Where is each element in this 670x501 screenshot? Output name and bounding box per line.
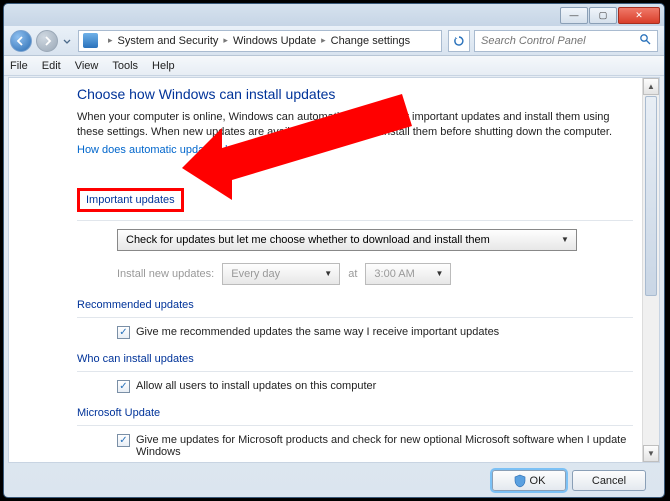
forward-button[interactable] <box>36 30 58 52</box>
crumb-change-settings[interactable]: Change settings <box>331 35 411 47</box>
refresh-button[interactable] <box>448 30 470 52</box>
section-microsoft-update: Microsoft Update <box>77 407 633 419</box>
cancel-button[interactable]: Cancel <box>572 470 646 491</box>
at-label: at <box>348 268 357 280</box>
section-recommended-updates: Recommended updates <box>77 299 633 311</box>
update-policy-dropdown[interactable]: Check for updates but let me choose whet… <box>117 229 577 251</box>
crumb-system-security[interactable]: System and Security <box>118 35 219 47</box>
schedule-row: Install new updates: Every day ▼ at 3:00… <box>117 263 633 285</box>
update-policy-value: Check for updates but let me choose whet… <box>126 234 490 246</box>
dialog-buttons: OK Cancel <box>486 470 646 491</box>
search-box[interactable] <box>474 30 658 52</box>
breadcrumb[interactable]: ▸ System and Security ▸ Windows Update ▸… <box>78 30 442 52</box>
search-icon[interactable] <box>639 33 657 48</box>
titlebar: — ▢ ✕ <box>4 4 664 26</box>
schedule-label: Install new updates: <box>117 268 214 280</box>
menu-edit[interactable]: Edit <box>42 60 61 72</box>
scroll-thumb[interactable] <box>645 96 657 296</box>
ok-button[interactable]: OK <box>492 470 566 491</box>
shield-icon <box>513 474 527 488</box>
chevron-down-icon: ▼ <box>558 233 572 247</box>
content-area: Choose how Windows can install updates W… <box>8 77 660 463</box>
menu-view[interactable]: View <box>75 60 99 72</box>
history-dropdown-icon[interactable] <box>62 30 72 52</box>
back-button[interactable] <box>10 30 32 52</box>
chevron-down-icon: ▼ <box>321 267 335 281</box>
recommended-checkbox[interactable]: ✓ <box>117 326 130 339</box>
schedule-frequency-dropdown[interactable]: Every day ▼ <box>222 263 340 285</box>
section-important-updates: Important updates <box>77 188 184 212</box>
window-frame: — ▢ ✕ ▸ System and Security ▸ Windows Up… <box>3 3 665 498</box>
menu-tools[interactable]: Tools <box>112 60 138 72</box>
menu-help[interactable]: Help <box>152 60 175 72</box>
schedule-time-value: 3:00 AM <box>374 268 414 280</box>
chevron-right-icon: ▸ <box>321 35 326 46</box>
chevron-right-icon: ▸ <box>223 35 228 46</box>
scroll-down-button[interactable]: ▼ <box>643 445 659 462</box>
menu-bar: File Edit View Tools Help <box>4 56 664 76</box>
chevron-down-icon: ▼ <box>432 267 446 281</box>
schedule-time-dropdown[interactable]: 3:00 AM ▼ <box>365 263 451 285</box>
chevron-right-icon: ▸ <box>108 35 113 46</box>
intro-text: When your computer is online, Windows ca… <box>77 110 633 140</box>
scroll-up-button[interactable]: ▲ <box>643 78 659 95</box>
close-button[interactable]: ✕ <box>618 7 660 24</box>
minimize-button[interactable]: — <box>560 7 588 24</box>
who-checkbox[interactable]: ✓ <box>117 380 130 393</box>
control-panel-icon <box>83 33 98 48</box>
who-label: Allow all users to install updates on th… <box>136 380 376 392</box>
search-input[interactable] <box>475 35 639 47</box>
vertical-scrollbar[interactable]: ▲ ▼ <box>642 78 659 462</box>
how-auto-update-link[interactable]: How does automatic updating help me? <box>77 144 633 156</box>
msupdate-label: Give me updates for Microsoft products a… <box>136 434 633 458</box>
nav-bar: ▸ System and Security ▸ Windows Update ▸… <box>4 26 664 56</box>
crumb-windows-update[interactable]: Windows Update <box>233 35 316 47</box>
schedule-frequency-value: Every day <box>231 268 280 280</box>
msupdate-checkbox[interactable]: ✓ <box>117 434 130 447</box>
section-who-install: Who can install updates <box>77 353 633 365</box>
page-title: Choose how Windows can install updates <box>77 86 633 102</box>
menu-file[interactable]: File <box>10 60 28 72</box>
maximize-button[interactable]: ▢ <box>589 7 617 24</box>
recommended-label: Give me recommended updates the same way… <box>136 326 499 338</box>
ok-label: OK <box>530 475 546 487</box>
